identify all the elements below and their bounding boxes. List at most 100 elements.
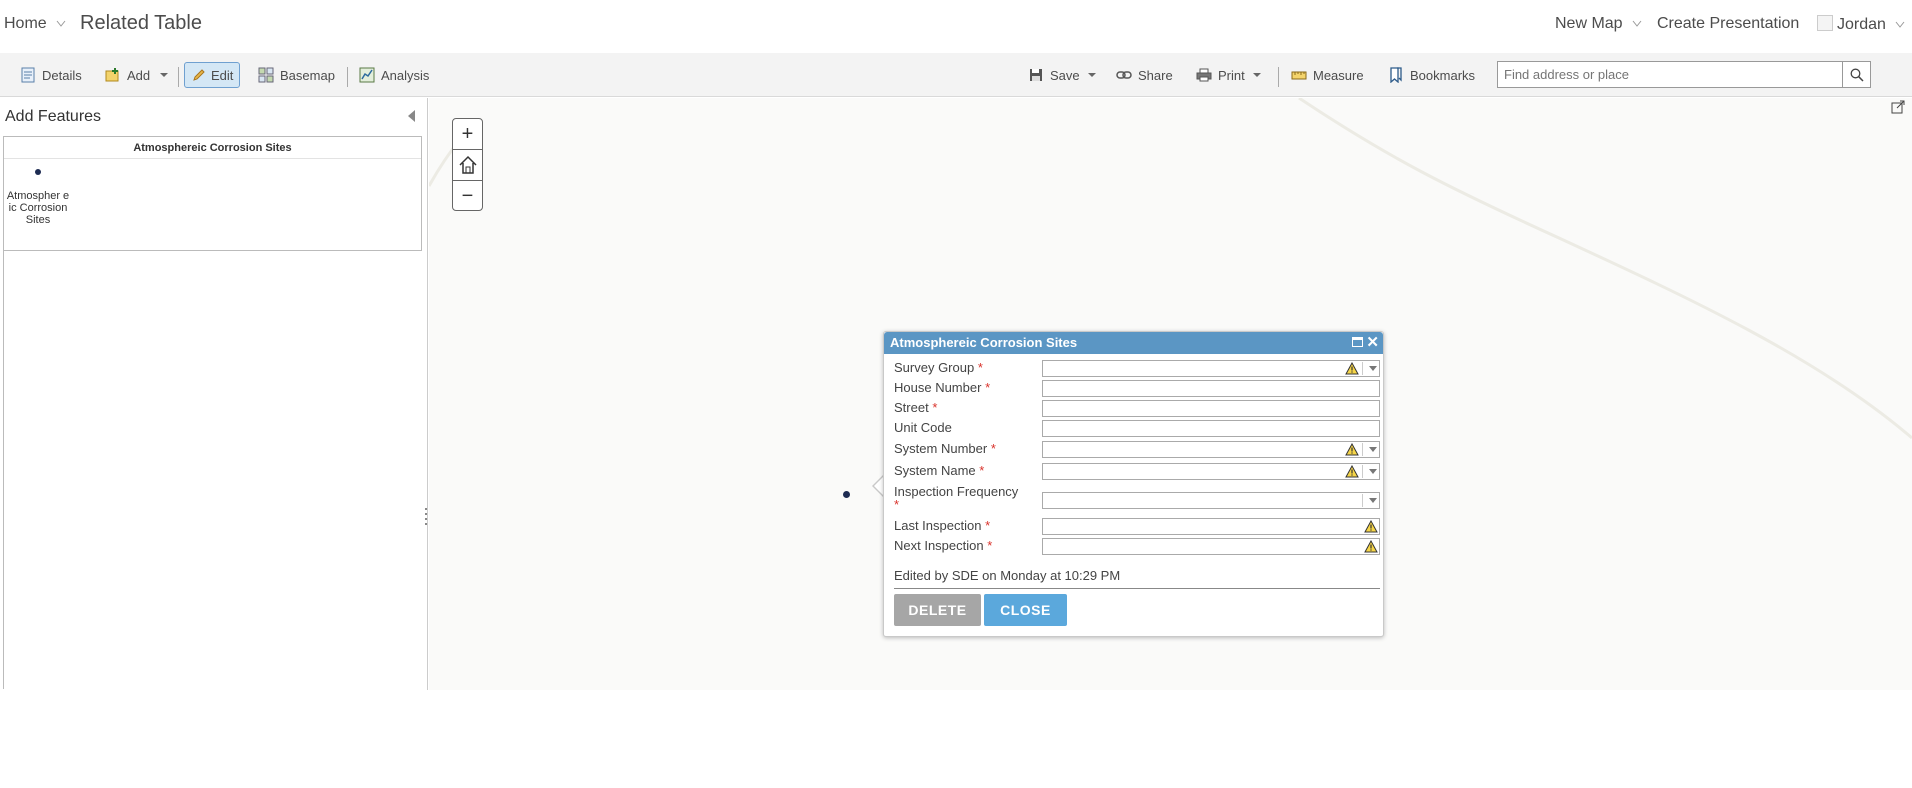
- create-presentation-link[interactable]: Create Presentation: [1657, 15, 1799, 33]
- analysis-button[interactable]: Analysis: [353, 62, 435, 88]
- measure-button[interactable]: Measure: [1285, 62, 1370, 88]
- dropdown-divider: [1362, 494, 1363, 507]
- chevron-down-icon: [1087, 73, 1096, 77]
- ruler-icon: [1291, 67, 1307, 83]
- chevron-down-icon: [160, 73, 169, 77]
- street-input[interactable]: [1042, 400, 1380, 417]
- collapse-panel-icon[interactable]: [408, 110, 415, 122]
- edit-button[interactable]: Edit: [184, 62, 241, 88]
- search-icon: [1850, 68, 1864, 82]
- field-inspection-frequency: Inspection Frequency *: [894, 484, 1380, 513]
- house-number-input[interactable]: [1042, 380, 1380, 397]
- next-inspection-date-input[interactable]: [1042, 538, 1380, 555]
- avatar: [1817, 15, 1833, 31]
- zoom-out-button[interactable]: −: [453, 181, 482, 212]
- search-button[interactable]: [1842, 62, 1870, 87]
- field-label: Unit Code: [894, 420, 952, 435]
- field-label: System Number: [894, 441, 988, 456]
- new-map-label: New Map: [1555, 15, 1623, 32]
- field-label: Next Inspection: [894, 538, 984, 553]
- home-extent-button[interactable]: [453, 150, 482, 181]
- panel-title: Add Features: [5, 108, 102, 125]
- system-name-select[interactable]: [1042, 463, 1380, 480]
- template-picker: Atmosphereic Corrosion Sites Atmospher e…: [3, 136, 422, 251]
- point-symbol-icon: [35, 169, 41, 175]
- bookmarks-button[interactable]: Bookmarks: [1382, 62, 1481, 88]
- popup-header: Atmosphereic Corrosion Sites ✕: [884, 332, 1383, 354]
- add-layer-icon: [105, 67, 121, 83]
- expand-map-icon[interactable]: [1891, 100, 1905, 114]
- popup-divider: [894, 588, 1380, 589]
- last-inspection-date-input[interactable]: [1042, 518, 1380, 535]
- floppy-disk-icon: [1028, 67, 1044, 83]
- maximize-icon[interactable]: [1352, 337, 1363, 347]
- edit-tracking-info: Edited by SDE on Monday at 10:29 PM: [894, 568, 1121, 583]
- pencil-icon: [191, 67, 207, 83]
- template-layer-heading: Atmosphereic Corrosion Sites: [4, 137, 421, 159]
- toolbar-divider: [347, 67, 348, 87]
- warning-icon: [1345, 443, 1359, 456]
- chevron-down-icon: [1632, 20, 1642, 27]
- home-menu[interactable]: Home: [4, 15, 66, 33]
- field-label: Survey Group: [894, 360, 975, 375]
- details-button[interactable]: Details: [14, 62, 88, 88]
- analysis-label: Analysis: [381, 67, 430, 83]
- delete-button[interactable]: DELETE: [894, 594, 981, 626]
- zoom-controls: + −: [452, 118, 483, 211]
- popup-title: Atmosphereic Corrosion Sites: [890, 335, 1078, 350]
- address-search: [1497, 61, 1871, 88]
- basemap-button[interactable]: Basemap: [252, 62, 341, 88]
- field-label: Street: [894, 400, 929, 415]
- dropdown-divider: [1362, 465, 1363, 478]
- details-label: Details: [42, 67, 82, 83]
- zoom-in-button[interactable]: +: [453, 119, 482, 150]
- template-item-corrosion-sites[interactable]: Atmospher eic Corrosion Sites: [6, 169, 70, 226]
- survey-group-select[interactable]: [1042, 360, 1380, 377]
- edit-label: Edit: [211, 67, 234, 83]
- save-button[interactable]: Save: [1022, 62, 1102, 88]
- panel-resize-handle[interactable]: [424, 508, 428, 528]
- chevron-down-icon: [1252, 73, 1261, 77]
- share-button[interactable]: Share: [1110, 62, 1179, 88]
- selected-feature-point[interactable]: [843, 491, 850, 498]
- system-number-select[interactable]: [1042, 441, 1380, 458]
- required-marker: *: [977, 360, 983, 375]
- required-marker: *: [985, 518, 991, 533]
- field-label: Inspection Frequency: [894, 484, 1019, 499]
- warning-icon: [1364, 520, 1378, 533]
- required-marker: *: [894, 497, 900, 512]
- toolbar-divider: [1278, 67, 1279, 87]
- close-button[interactable]: CLOSE: [984, 594, 1067, 626]
- user-menu[interactable]: Jordan: [1817, 15, 1905, 34]
- save-label: Save: [1050, 67, 1080, 83]
- new-map-menu[interactable]: New Map: [1555, 15, 1642, 33]
- add-button[interactable]: Add: [99, 62, 174, 88]
- dropdown-divider: [1362, 443, 1363, 456]
- bookmarks-label: Bookmarks: [1410, 67, 1476, 83]
- chevron-down-icon: [1369, 447, 1377, 452]
- add-label: Add: [127, 67, 151, 83]
- home-label: Home: [4, 15, 47, 32]
- measure-label: Measure: [1313, 67, 1364, 83]
- dropdown-divider: [1362, 362, 1363, 375]
- app-header: Home Related Table New Map Create Presen…: [0, 0, 1912, 53]
- attribute-inspector-popup: Atmosphereic Corrosion Sites ✕ Survey Gr…: [883, 331, 1384, 637]
- printer-icon: [1196, 67, 1212, 83]
- share-label: Share: [1138, 67, 1173, 83]
- required-marker: *: [987, 538, 993, 553]
- toolbar-divider: [178, 67, 179, 87]
- print-button[interactable]: Print: [1190, 62, 1267, 88]
- inspection-frequency-select[interactable]: [1042, 492, 1380, 509]
- close-icon[interactable]: ✕: [1366, 332, 1379, 354]
- user-name: Jordan: [1837, 16, 1886, 33]
- print-label: Print: [1218, 67, 1245, 83]
- chevron-down-icon: [1369, 366, 1377, 371]
- field-label: House Number: [894, 380, 982, 395]
- home-icon: [458, 155, 477, 174]
- chevron-down-icon: [1369, 469, 1377, 474]
- template-item-label: Atmospher eic Corrosion Sites: [6, 190, 70, 226]
- search-input[interactable]: [1498, 62, 1838, 87]
- unit-code-input[interactable]: [1042, 420, 1380, 437]
- bookmark-icon: [1388, 67, 1404, 83]
- field-label: System Name: [894, 463, 976, 478]
